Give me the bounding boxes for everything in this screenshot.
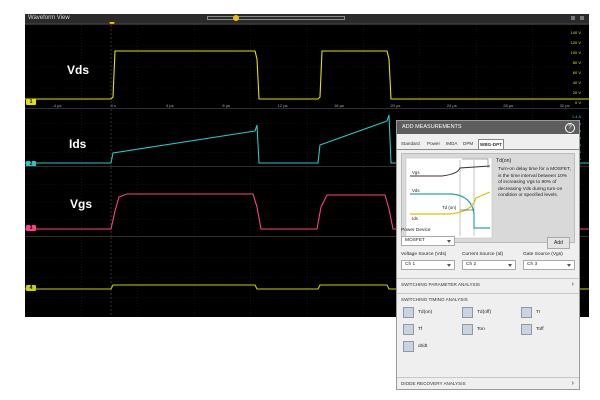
vds-scale-label: 100 V bbox=[571, 50, 582, 55]
measurement-td-off-label: Td(off) bbox=[477, 310, 492, 315]
diode-recovery-title: DIODE RECOVERY ANALYSIS bbox=[401, 381, 466, 386]
vds-scale-label: 120 V bbox=[571, 40, 582, 45]
channel-4-badge[interactable]: 4 bbox=[26, 285, 36, 291]
lane-label-vgs: Vgs bbox=[70, 197, 93, 211]
lane-label-vds: Vds bbox=[67, 63, 90, 77]
ton-icon bbox=[462, 324, 473, 335]
chevron-right-icon: › bbox=[571, 281, 574, 288]
record-overview-bar[interactable] bbox=[207, 16, 345, 20]
tf-icon bbox=[403, 324, 414, 335]
panel-header: ADD MEASUREMENTS ? bbox=[397, 121, 579, 134]
measurement-td-on-label: Td(on) bbox=[418, 310, 433, 315]
lane-vds: 140 V 120 V 100 V 80 V 60 V 40 V 20 V0 V -4 µs 0… bbox=[25, 24, 589, 109]
diagram-ids-label: Ids bbox=[412, 216, 418, 221]
tab-dpm[interactable]: DPM bbox=[462, 139, 474, 148]
measurement-toff-label: Toff bbox=[536, 327, 544, 332]
switching-timing-section[interactable]: SWITCHING TIMING ANALYSIS bbox=[397, 293, 579, 304]
ids-scale-label: 1.4 A bbox=[572, 114, 581, 119]
add-measurements-panel: ADD MEASUREMENTS ? Standard Power IMDA D… bbox=[396, 120, 580, 390]
channel-1-badge[interactable]: 1 bbox=[26, 99, 36, 105]
chevron-right-icon: › bbox=[571, 380, 574, 387]
help-icon[interactable]: ? bbox=[565, 123, 575, 133]
chevron-down-icon bbox=[567, 264, 571, 267]
trigger-position-marker[interactable] bbox=[233, 15, 239, 21]
vds-scale-label: 60 V bbox=[573, 70, 582, 75]
td-on-icon bbox=[403, 307, 414, 318]
di-dt-icon bbox=[403, 341, 414, 352]
tr-icon bbox=[521, 307, 532, 318]
current-source-select[interactable]: Ch 2 bbox=[462, 260, 516, 270]
lane-label-ids: Ids bbox=[69, 137, 87, 151]
vds-scale-label: 0 V bbox=[575, 100, 581, 105]
td-off-icon bbox=[462, 307, 473, 318]
diagram-td-on-label: Td (on) bbox=[442, 205, 457, 210]
voltage-source-select[interactable]: Ch 1 bbox=[401, 260, 455, 270]
tab-wbg-dpt[interactable]: WBG-DPT bbox=[478, 139, 504, 149]
diagram-description: Turn-on delay time for a MOSFET, is the … bbox=[498, 167, 571, 199]
add-button[interactable]: Add bbox=[547, 237, 570, 249]
switching-parameter-section[interactable]: SWITCHING PARAMETER ANALYSIS › bbox=[397, 278, 579, 289]
power-device-value: MOSFET bbox=[405, 238, 425, 243]
vds-scale-label: 20 V bbox=[573, 90, 582, 95]
vds-scale-label: 40 V bbox=[573, 80, 582, 85]
measurement-tabs: Standard Power IMDA DPM WBG-DPT bbox=[397, 139, 579, 149]
tab-imda[interactable]: IMDA bbox=[445, 139, 458, 148]
voltage-source-label: Voltage Source (Vds) bbox=[401, 252, 447, 257]
power-device-label: Power Device bbox=[401, 228, 431, 233]
chevron-down-icon bbox=[508, 264, 512, 267]
close-icon[interactable] bbox=[580, 16, 584, 20]
chevron-down-icon bbox=[447, 264, 451, 267]
current-source-label: Current Source (Id) bbox=[462, 252, 504, 257]
tab-standard[interactable]: Standard bbox=[400, 139, 421, 148]
panel-title: ADD MEASUREMENTS bbox=[402, 124, 462, 130]
measurement-tr-label: Tr bbox=[536, 310, 541, 315]
power-device-select[interactable]: MOSFET bbox=[401, 236, 455, 246]
chevron-down-icon bbox=[447, 240, 451, 243]
diagram-vgs-label: Vgs bbox=[412, 170, 420, 175]
measurement-di-dt-label: dI/dt bbox=[418, 344, 428, 349]
restore-icon[interactable] bbox=[571, 16, 575, 20]
diagram-title: Td(on) bbox=[496, 158, 512, 164]
tab-power[interactable]: Power bbox=[426, 139, 441, 148]
switching-parameter-title: SWITCHING PARAMETER ANALYSIS bbox=[401, 282, 480, 287]
channel-3-badge[interactable]: 3 bbox=[26, 225, 36, 231]
gate-source-label: Gate Source (Vgs) bbox=[523, 252, 563, 257]
measurement-ton-label: Ton bbox=[477, 327, 485, 332]
voltage-source-value: Ch 1 bbox=[405, 262, 416, 267]
current-source-value: Ch 2 bbox=[466, 262, 477, 267]
gate-source-value: Ch 3 bbox=[527, 262, 538, 267]
diode-recovery-section[interactable]: DIODE RECOVERY ANALYSIS › bbox=[397, 377, 579, 388]
diagram-vds-label: Vds bbox=[412, 188, 420, 193]
tab-divider bbox=[397, 149, 579, 150]
vds-scale-label: 140 V bbox=[571, 30, 582, 35]
waveform-view-title: Waveform View bbox=[28, 15, 70, 21]
toff-icon bbox=[521, 324, 532, 335]
vds-scale-label: 80 V bbox=[573, 60, 582, 65]
measurement-tf-label: Tf bbox=[418, 327, 423, 332]
switching-timing-title: SWITCHING TIMING ANALYSIS bbox=[401, 297, 468, 302]
gate-source-select[interactable]: Ch 3 bbox=[523, 260, 575, 270]
